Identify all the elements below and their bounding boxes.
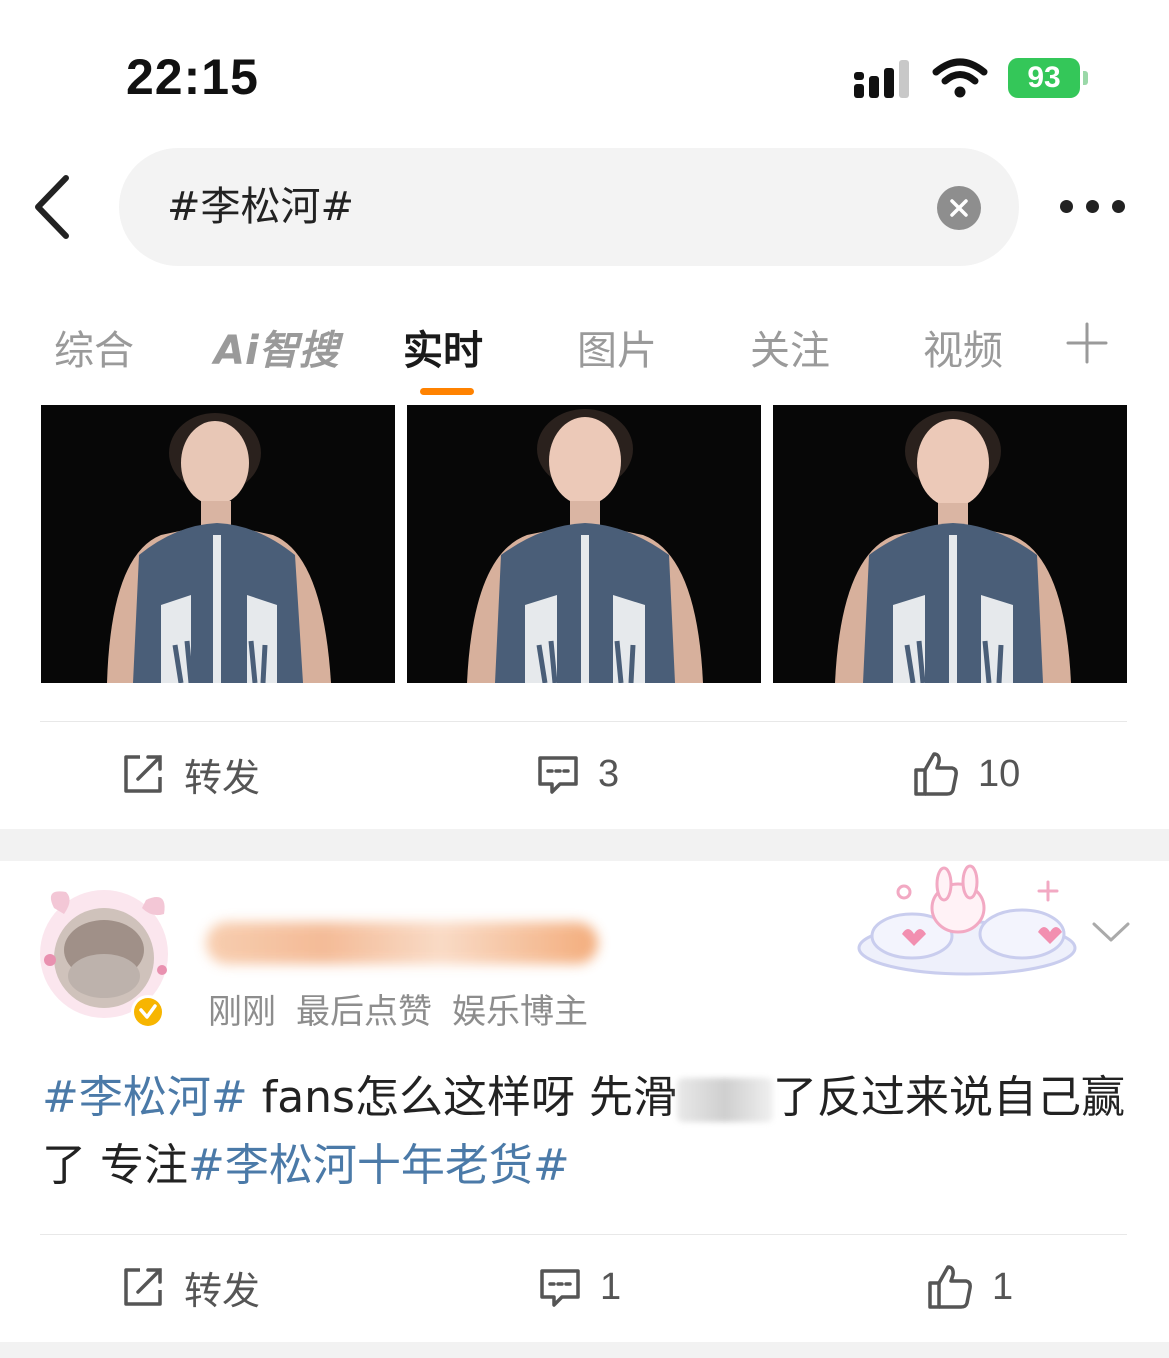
comment-button[interactable]: 1 — [538, 1257, 621, 1317]
avatar[interactable] — [34, 880, 178, 1029]
search-input[interactable]: #李松河# — [119, 148, 1019, 266]
redacted-text — [676, 1078, 773, 1122]
post-image-2[interactable] — [407, 405, 761, 683]
divider — [40, 1234, 1127, 1235]
add-tab-icon[interactable] — [1064, 320, 1110, 366]
like-count: 1 — [992, 1265, 1014, 1308]
tab-comprehensive[interactable]: 综合 — [54, 318, 134, 376]
tab-following[interactable]: 关注 — [750, 318, 830, 376]
repost-button[interactable]: 转发 — [120, 744, 260, 804]
comment-icon — [540, 1269, 580, 1307]
share-icon — [124, 755, 162, 793]
chevron-down-icon[interactable] — [1090, 916, 1132, 946]
feed-separator — [0, 829, 1169, 861]
thumbs-up-icon — [928, 1265, 972, 1309]
comment-count: 3 — [598, 752, 620, 795]
divider — [40, 721, 1127, 722]
comment-count: 1 — [600, 1265, 622, 1308]
search-tabs: 综合 Ai智搜 实时 图片 关注 视频 — [0, 300, 1169, 400]
feed-separator — [0, 1342, 1169, 1358]
like-count: 10 — [978, 752, 1021, 795]
post-image-3[interactable] — [773, 405, 1127, 683]
status-bar: 22:15 93 — [0, 0, 1169, 130]
username-redacted[interactable] — [206, 922, 598, 964]
tab-videos[interactable]: 视频 — [923, 318, 1003, 376]
hashtag-link[interactable]: #李松河# — [42, 1072, 248, 1123]
close-icon — [950, 199, 968, 217]
thumbs-up-icon — [914, 752, 958, 796]
decorative-sticker — [857, 864, 1077, 976]
share-icon — [124, 1268, 162, 1306]
repost-label: 转发 — [184, 757, 261, 800]
post-time: 刚刚 — [208, 992, 276, 1032]
active-tab-indicator — [420, 388, 474, 395]
post-meta: 刚刚 最后点赞 娱乐博主 — [208, 984, 608, 1033]
user-role: 娱乐博主 — [452, 992, 588, 1032]
like-button[interactable]: 10 — [912, 744, 1020, 804]
comment-icon — [538, 756, 578, 794]
back-arrow-icon[interactable] — [26, 170, 86, 244]
battery-level: 93 — [1027, 61, 1061, 94]
more-options-button[interactable] — [1058, 196, 1128, 218]
tab-images[interactable]: 图片 — [577, 318, 657, 376]
status-time: 22:15 — [126, 49, 259, 105]
post-text-part: fans怎么这样呀 先滑 — [247, 1072, 677, 1123]
signal-icon — [854, 60, 909, 98]
post-image-1[interactable] — [41, 405, 395, 683]
tab-ai-search[interactable]: Ai智搜 — [214, 318, 339, 376]
wifi-icon — [932, 58, 988, 98]
comment-button[interactable]: 3 — [536, 744, 619, 804]
search-query: #李松河# — [167, 184, 355, 230]
post-activity: 最后点赞 — [296, 992, 432, 1032]
like-button[interactable]: 1 — [926, 1257, 1013, 1317]
post-content: #李松河# fans怎么这样呀 先滑 了反过来说自己赢了 专注#李松河十年老货# — [42, 1064, 1132, 1200]
tab-realtime[interactable]: 实时 — [403, 318, 483, 376]
repost-button[interactable]: 转发 — [120, 1257, 260, 1317]
repost-label: 转发 — [184, 1270, 261, 1313]
battery-icon: 93 — [1008, 58, 1088, 98]
hashtag-link[interactable]: #李松河十年老货# — [188, 1140, 570, 1191]
clear-search-button[interactable] — [937, 186, 981, 230]
